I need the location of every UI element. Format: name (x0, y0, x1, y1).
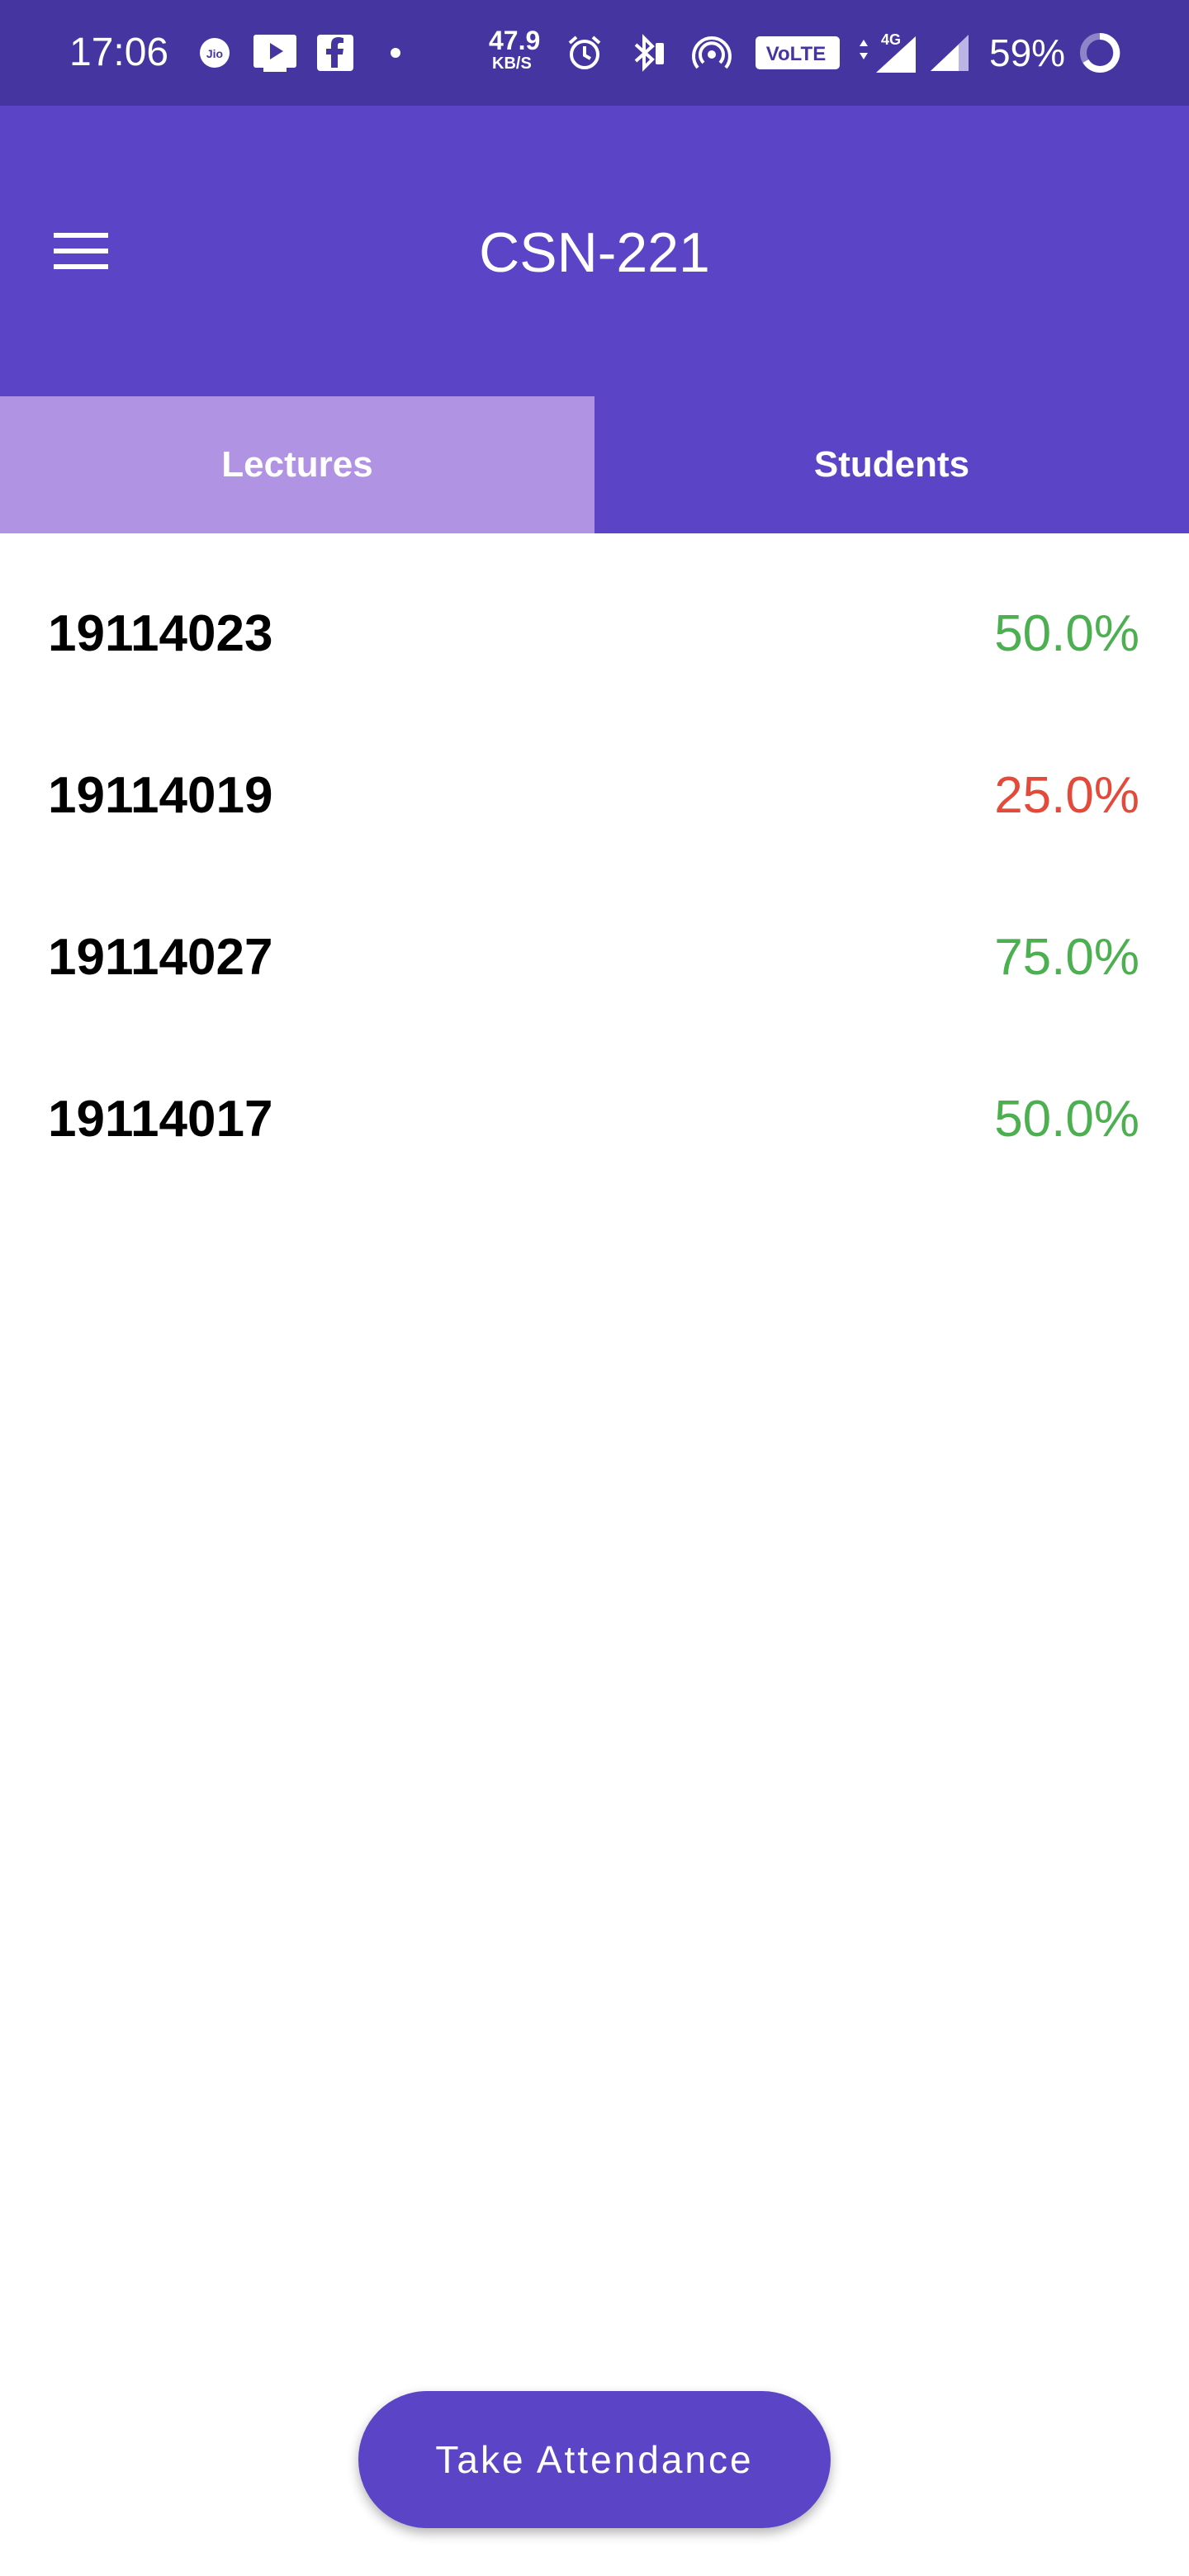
battery-percent: 59% (989, 31, 1066, 74)
attendance-percent: 50.0% (994, 605, 1139, 662)
volte-label: VoLTE (766, 43, 826, 65)
tab-bar: Lectures Students (0, 396, 1189, 533)
status-time: 17:06 (69, 31, 169, 74)
net-speed-unit: KB/S (492, 54, 532, 73)
app-bar: CSN-221 (0, 106, 1189, 396)
svg-text:Jio: Jio (206, 47, 223, 60)
student-id: 19114019 (48, 767, 273, 824)
jio-icon: Jio (197, 31, 233, 74)
student-id: 19114017 (48, 1091, 273, 1148)
page-title: CSN-221 (479, 221, 710, 284)
list-item[interactable]: 19114023 50.0% (0, 533, 1189, 695)
attendance-percent: 25.0% (994, 767, 1139, 824)
student-list: 19114023 50.0% 19114019 25.0% 19114027 7… (0, 533, 1189, 1181)
status-bar: 17:06 Jio 47.9 KB/S VoLTE 4G 59% (0, 0, 1189, 106)
volte-icon: VoLTE (753, 31, 842, 74)
take-attendance-button[interactable]: Take Attendance (358, 2391, 831, 2528)
net-speed-value: 47.9 (489, 26, 541, 55)
hotspot-icon (689, 31, 735, 74)
list-item[interactable]: 19114017 50.0% (0, 1019, 1189, 1181)
signal-4g-icon: 4G (854, 31, 920, 74)
attendance-percent: 75.0% (994, 929, 1139, 986)
list-item[interactable]: 19114027 75.0% (0, 857, 1189, 1019)
youtube-icon (251, 31, 299, 74)
signal-icon (928, 31, 971, 74)
dot-icon (386, 31, 405, 74)
network-type: 4G (881, 31, 901, 48)
tab-students[interactable]: Students (594, 396, 1189, 533)
list-item[interactable]: 19114019 25.0% (0, 695, 1189, 857)
battery-icon (1078, 31, 1121, 74)
bluetooth-icon (626, 31, 669, 74)
attendance-percent: 50.0% (994, 1091, 1139, 1148)
alarm-icon (563, 31, 606, 74)
student-id: 19114027 (48, 929, 273, 986)
student-id: 19114023 (48, 605, 273, 662)
facebook-icon (315, 31, 355, 74)
tab-lectures[interactable]: Lectures (0, 396, 594, 533)
